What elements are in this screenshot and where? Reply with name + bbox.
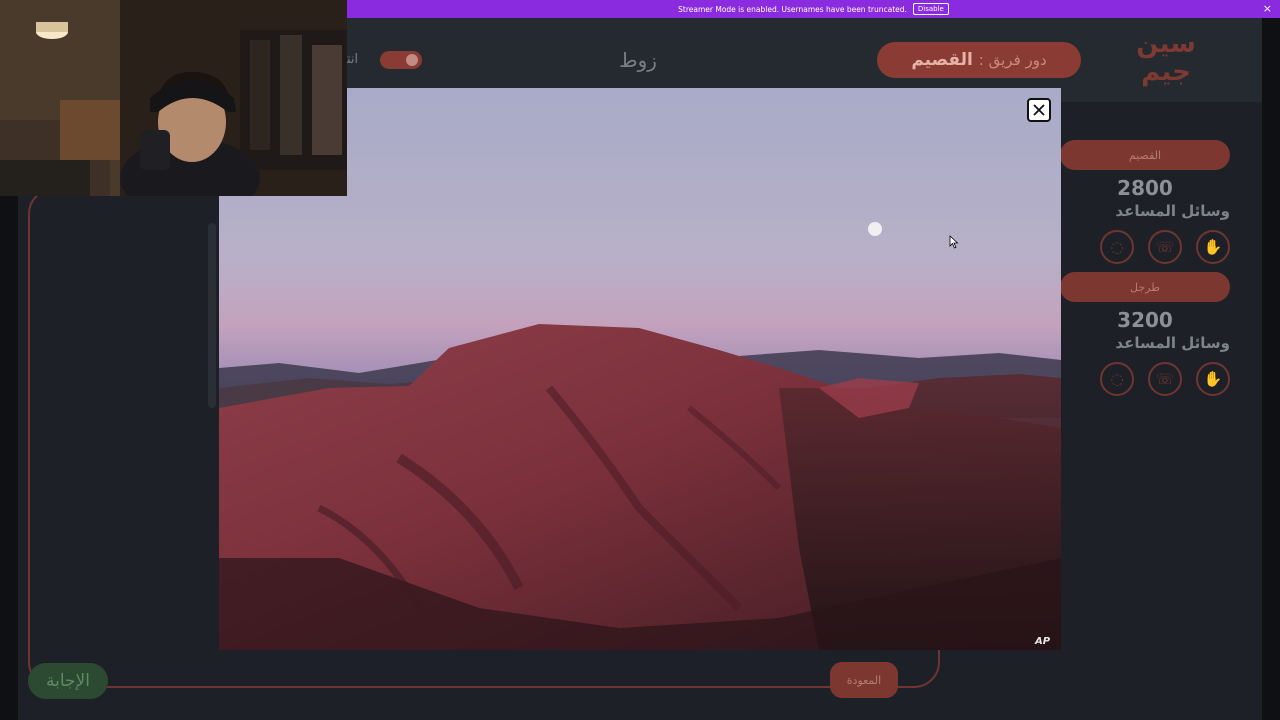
hand-icon[interactable]: ✋ xyxy=(1196,362,1230,396)
team-score: 2800 xyxy=(1117,176,1173,200)
aid-extra-icon[interactable]: ◌ xyxy=(1100,362,1134,396)
team-name-pill: طرجل xyxy=(1060,272,1230,302)
team-turn-prefix: دور فريق : xyxy=(978,51,1047,69)
phone-icon[interactable]: ☏ xyxy=(1148,230,1182,264)
close-x-icon xyxy=(1033,104,1045,116)
banner-text: Streamer Mode is enabled. Usernames have… xyxy=(678,4,907,14)
close-icon[interactable] xyxy=(1027,98,1051,122)
team-score: 3200 xyxy=(1117,308,1173,332)
team-aids-label: وسائل المساعد xyxy=(1115,334,1230,352)
screen: انته زوط دور فريق : القصيم سين جيم الإجا… xyxy=(0,0,1280,720)
webcam-overlay xyxy=(0,0,347,196)
end-game-toggle[interactable] xyxy=(380,51,422,69)
streamer-mode-banner: Streamer Mode is enabled. Usernames have… xyxy=(347,0,1280,18)
team-card-1: القصيم 2800 وسائل المساعد ◌ ☏ ✋ xyxy=(1060,140,1230,264)
app-logo: سين جيم xyxy=(1136,29,1196,87)
banner-close-icon[interactable]: × xyxy=(1263,2,1272,16)
team-turn-badge: دور فريق : القصيم xyxy=(877,42,1081,78)
webcam-feed xyxy=(0,0,347,196)
answer-button[interactable]: الإجابة xyxy=(28,663,108,699)
photo-credit: AP xyxy=(1035,636,1051,647)
team-name-pill: القصيم xyxy=(1060,140,1230,170)
moon xyxy=(868,222,882,236)
aids-row: ◌ ☏ ✋ xyxy=(1060,230,1230,264)
aids-row: ◌ ☏ ✋ xyxy=(1060,362,1230,396)
aid-extra-icon[interactable]: ◌ xyxy=(1100,230,1134,264)
scrollbar[interactable] xyxy=(208,223,216,408)
phone-icon[interactable]: ☏ xyxy=(1148,362,1182,396)
team-turn-name: القصيم xyxy=(911,50,973,70)
back-button[interactable]: المعودة xyxy=(830,662,898,698)
disable-button[interactable]: Disable xyxy=(912,3,949,15)
team-card-2: طرجل 3200 وسائل المساعد ◌ ☏ ✋ xyxy=(1060,272,1230,396)
toggle-knob[interactable] xyxy=(406,54,418,66)
question-word: زوط xyxy=(619,48,657,72)
mouse-cursor-icon xyxy=(949,235,959,249)
hand-icon[interactable]: ✋ xyxy=(1196,230,1230,264)
team-aids-label: وسائل المساعد xyxy=(1115,202,1230,220)
